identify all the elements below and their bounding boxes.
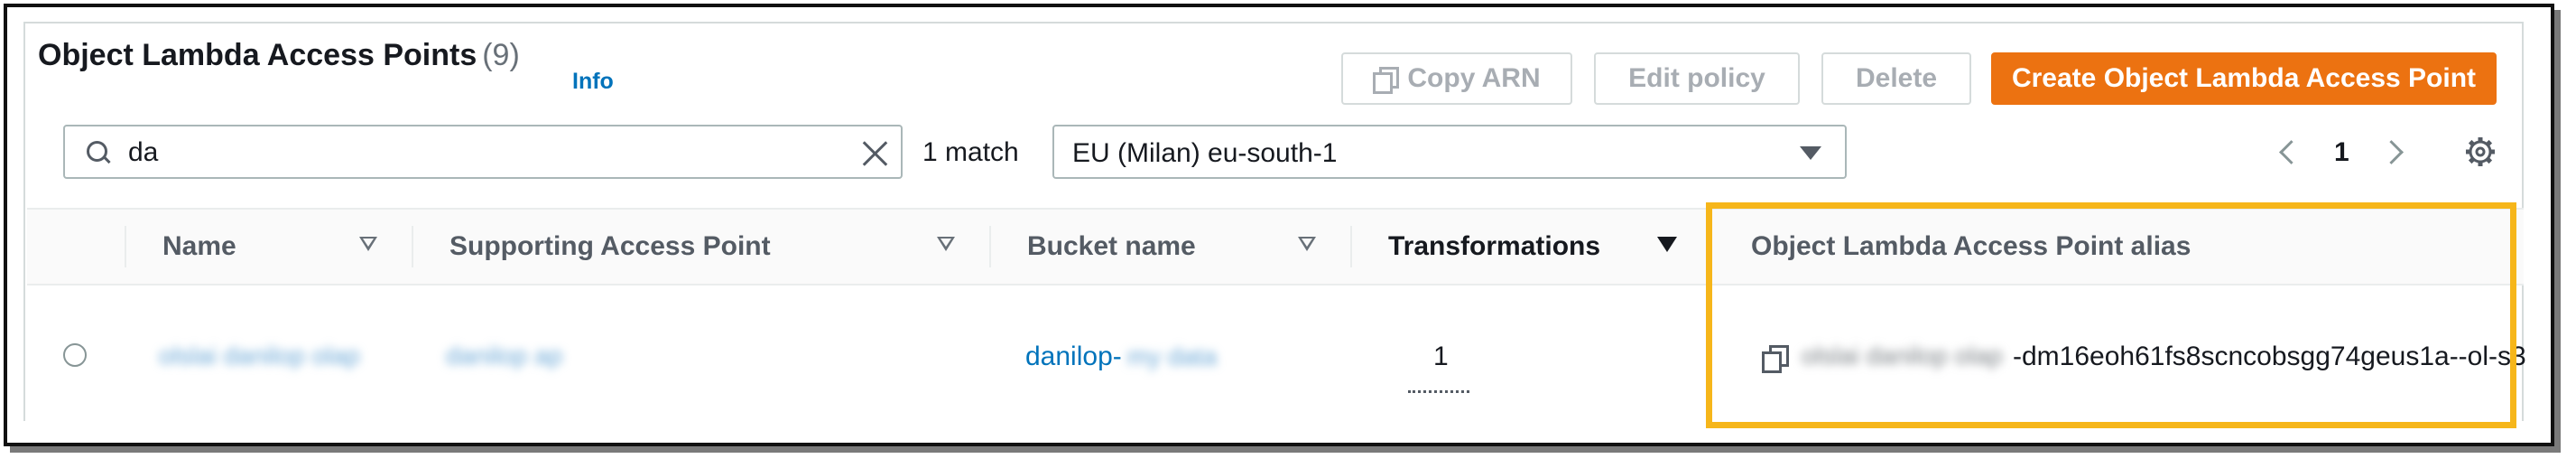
chevron-left-icon[interactable] [2276, 139, 2300, 164]
region-value: EU (Milan) eu-south-1 [1072, 138, 1338, 168]
caret-down-icon [1800, 146, 1821, 160]
bucket-name-link[interactable]: danilop-my data [1025, 342, 1217, 372]
column-divider [989, 226, 991, 267]
column-header-supporting-access-point[interactable]: Supporting Access Point [449, 231, 771, 262]
sort-active-icon[interactable] [1657, 237, 1677, 252]
info-link[interactable]: Info [572, 69, 614, 95]
column-header-name[interactable]: Name [162, 231, 236, 262]
copy-icon [1373, 67, 1400, 94]
delete-button[interactable]: Delete [1821, 52, 1971, 105]
sort-icon[interactable] [1298, 237, 1316, 251]
column-header-bucket-name[interactable]: Bucket name [1027, 231, 1196, 262]
column-divider [125, 226, 126, 267]
search-box [63, 125, 903, 179]
match-count: 1 match [922, 137, 1019, 167]
clear-icon[interactable] [861, 139, 888, 166]
popover-underline [1408, 390, 1469, 393]
highlight-box [1706, 202, 2516, 428]
search-input[interactable] [128, 136, 850, 170]
chevron-right-icon[interactable] [2383, 139, 2406, 164]
delete-label: Delete [1855, 63, 1938, 93]
title-count: (9) [482, 38, 520, 72]
create-label: Create Object Lambda Access Point [2011, 63, 2477, 93]
redacted-name[interactable]: olslai danilop olap [159, 342, 360, 370]
copy-arn-button[interactable]: Copy ARN [1341, 52, 1572, 105]
column-header-transformations[interactable]: Transformations [1388, 231, 1600, 262]
gear-icon[interactable] [2464, 136, 2497, 168]
column-divider [1350, 226, 1352, 267]
page-title: Object Lambda Access Points (9) [38, 38, 520, 73]
redacted-access-point[interactable]: danilop ap [446, 342, 562, 370]
transformations-count[interactable]: 1 [1433, 342, 1449, 372]
redacted-bucket-suffix: my data [1126, 342, 1218, 370]
title-text: Object Lambda Access Points [38, 38, 477, 72]
sort-icon[interactable] [937, 237, 955, 251]
sort-icon[interactable] [359, 237, 377, 251]
row-radio[interactable] [63, 343, 87, 367]
edit-policy-label: Edit policy [1628, 63, 1765, 93]
region-select[interactable]: EU (Milan) eu-south-1 [1052, 125, 1847, 179]
page-number[interactable]: 1 [2334, 137, 2349, 168]
bucket-prefix: danilop- [1025, 342, 1122, 371]
column-divider [412, 226, 413, 267]
edit-policy-button[interactable]: Edit policy [1594, 52, 1800, 105]
copy-arn-label: Copy ARN [1407, 63, 1541, 93]
search-icon [87, 141, 110, 164]
create-access-point-button[interactable]: Create Object Lambda Access Point [1991, 52, 2497, 105]
